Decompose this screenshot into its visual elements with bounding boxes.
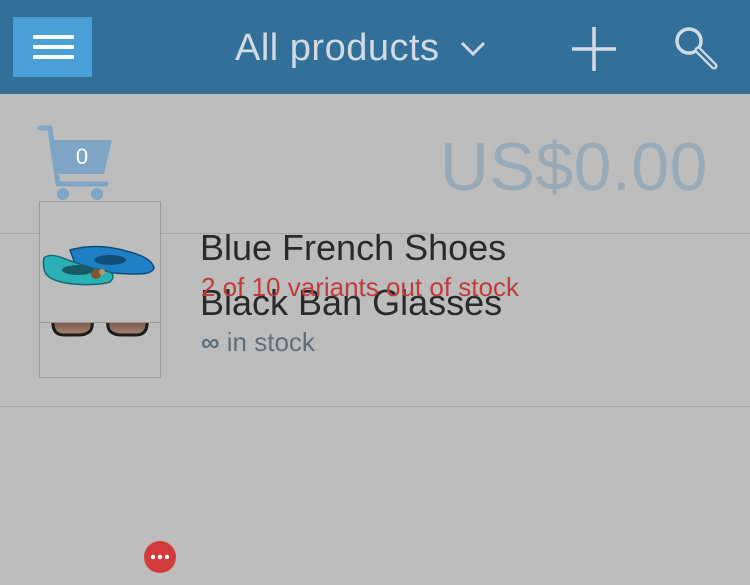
divider bbox=[39, 406, 750, 407]
more-options-button[interactable] bbox=[144, 541, 176, 573]
product-stock-warning: 2 of 10 variants out of stock bbox=[201, 272, 519, 302]
product-thumbnail bbox=[39, 201, 161, 323]
stock-label: in stock bbox=[219, 327, 315, 357]
product-row[interactable]: Blue French Shoes 2 of 10 variants out o… bbox=[0, 0, 750, 323]
product-name: Blue French Shoes bbox=[200, 227, 507, 268]
infinity-symbol: ∞ bbox=[201, 327, 220, 357]
more-options-icon bbox=[150, 554, 170, 560]
product-stock: ∞ in stock bbox=[201, 327, 315, 358]
shoes-icon bbox=[42, 245, 155, 286]
